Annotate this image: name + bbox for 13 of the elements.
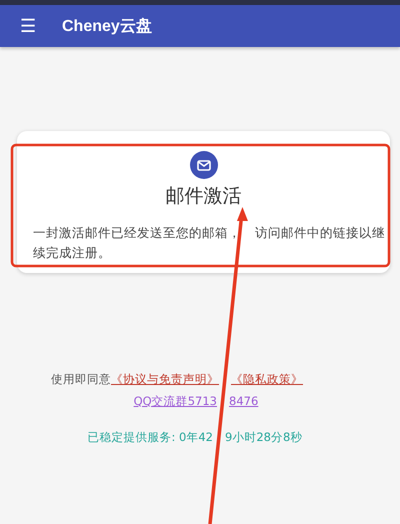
message-text: 访问邮件中的链接以继 (255, 224, 385, 242)
uptime-text: 9小时28分8秒 (225, 430, 302, 444)
message-text: 一封激活邮件已经发送至您的邮箱， (33, 224, 241, 242)
qq-group-link[interactable]: QQ交流群5713 (134, 394, 217, 408)
app-title: Cheney云盘 (62, 16, 152, 36)
agreement-link[interactable]: 《隐私政策》 (231, 372, 303, 386)
agreement-text: 使用即同意 (51, 372, 111, 386)
uptime-text: 已稳定提供服务: 0年42 (88, 430, 213, 444)
card-title: 邮件激活 (166, 185, 242, 207)
message-text: 续完成注册。 (33, 244, 111, 262)
agreement-link[interactable]: 《协议与免责声明》 (111, 372, 219, 386)
qq-group-link[interactable]: 8476 (229, 394, 258, 408)
menu-button[interactable]: ☰ (20, 17, 36, 35)
